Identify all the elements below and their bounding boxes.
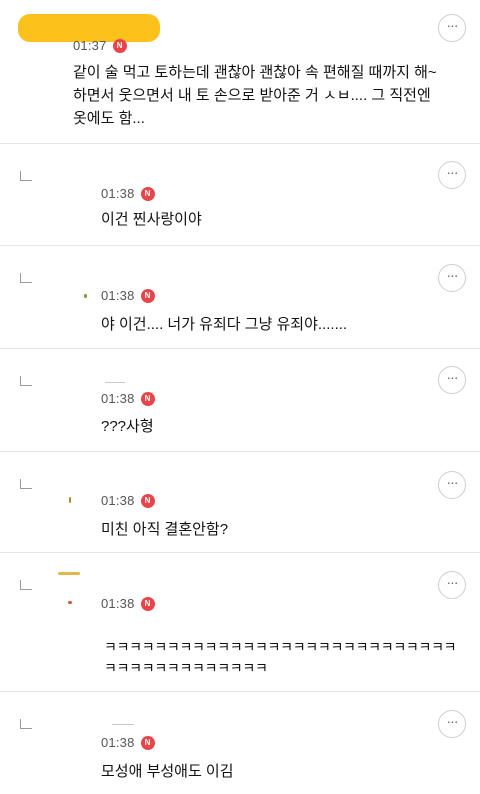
comment-time: 01:37	[73, 38, 107, 53]
avatar-speck	[68, 601, 72, 604]
new-badge: N	[112, 38, 127, 53]
more-options-button[interactable]: ···	[438, 366, 466, 394]
more-options-button[interactable]: ···	[438, 161, 466, 189]
comment-time: 01:38	[101, 186, 135, 201]
more-options-button[interactable]: ···	[438, 571, 466, 599]
avatar-speck	[112, 724, 134, 725]
new-badge: N	[140, 596, 155, 611]
reply-item: 01:38 N ???사형 ···	[0, 349, 480, 452]
comment-text: 이건 찐사랑이야	[101, 211, 202, 228]
more-options-button[interactable]: ···	[438, 471, 466, 499]
comment-item: 01:37 N 같이 술 먹고 토하는데 괜찮아 괜찮아 속 편해질 때까지 해…	[0, 0, 480, 144]
reply-arrow-icon	[20, 273, 32, 283]
more-options-icon: ···	[446, 574, 459, 590]
more-options-button[interactable]: ···	[438, 710, 466, 738]
comment-time: 01:38	[101, 596, 135, 611]
comment-text: 미친 아직 결혼안함?	[101, 521, 229, 538]
reply-item: 01:38 N 야 이건.... 너가 유죄다 그냥 유죄야....... ··…	[0, 246, 480, 349]
comment-meta: 01:37 N	[73, 38, 127, 53]
more-options-icon: ···	[446, 713, 459, 729]
new-badge: N	[140, 391, 155, 406]
more-options-icon: ···	[446, 164, 459, 180]
reply-arrow-icon	[20, 171, 32, 181]
more-options-button[interactable]: ···	[438, 264, 466, 292]
comment-text: ㅋㅋㅋㅋㅋㅋㅋㅋㅋㅋㅋㅋㅋㅋㅋㅋㅋㅋㅋㅋㅋㅋㅋㅋㅋㅋㅋㅋㅋㅋㅋㅋㅋㅋㅋㅋㅋㅋㅋㅋ…	[104, 639, 457, 676]
reply-arrow-icon	[20, 479, 32, 489]
comment-time: 01:38	[101, 735, 135, 750]
reply-item: 01:38 N 미친 아직 결혼안함? ···	[0, 452, 480, 553]
comment-meta: 01:38 N	[101, 288, 155, 303]
more-options-icon: ···	[446, 369, 459, 385]
reply-item: 01:38 N 이건 찐사랑이야 ···	[0, 144, 480, 246]
comment-text: 야 이건.... 너가 유죄다 그냥 유죄야.......	[101, 316, 348, 333]
comment-time: 01:38	[101, 391, 135, 406]
comment-meta: 01:38 N	[101, 493, 155, 508]
new-badge: N	[140, 493, 155, 508]
new-badge: N	[140, 288, 155, 303]
avatar-speck	[69, 497, 71, 503]
comment-text: ???사형	[101, 418, 154, 435]
reply-arrow-icon	[20, 376, 32, 386]
new-badge: N	[140, 735, 155, 750]
comment-meta: 01:38 N	[101, 596, 155, 611]
avatar-speck	[58, 572, 80, 575]
comment-text: 같이 술 먹고 토하는데 괜찮아 괜찮아 속 편해질 때까지 해~ 하면서 웃으…	[73, 64, 437, 127]
comment-meta: 01:38 N	[101, 391, 155, 406]
more-options-icon: ···	[446, 474, 459, 490]
comment-meta: 01:38 N	[101, 186, 155, 201]
avatar-speck	[105, 382, 125, 383]
more-options-button[interactable]: ···	[438, 14, 466, 42]
more-options-icon: ···	[446, 267, 459, 283]
reply-arrow-icon	[20, 580, 32, 590]
comment-time: 01:38	[101, 493, 135, 508]
comment-text: 모성애 부성애도 이김	[101, 763, 234, 780]
more-options-icon: ···	[446, 17, 459, 33]
comment-meta: 01:38 N	[101, 735, 155, 750]
reply-arrow-icon	[20, 719, 32, 729]
avatar-speck	[84, 294, 87, 298]
reply-item: 01:38 N ㅋㅋㅋㅋㅋㅋㅋㅋㅋㅋㅋㅋㅋㅋㅋㅋㅋㅋㅋㅋㅋㅋㅋㅋㅋㅋㅋㅋㅋㅋㅋㅋ…	[0, 553, 480, 692]
new-badge: N	[140, 186, 155, 201]
reply-item: 01:38 N 모성애 부성애도 이김 ···	[0, 692, 480, 794]
comment-time: 01:38	[101, 288, 135, 303]
